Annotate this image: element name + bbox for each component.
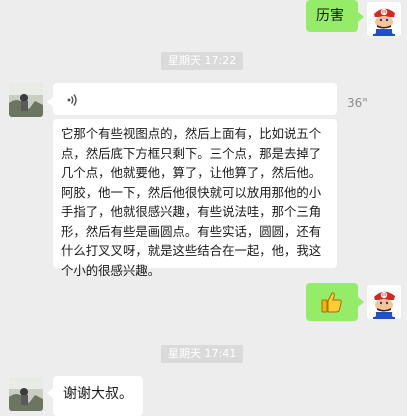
outgoing-emoji-bubble[interactable] bbox=[306, 283, 358, 321]
incoming-voice-bubble[interactable] bbox=[53, 83, 337, 115]
thumbs-up-icon bbox=[320, 290, 344, 318]
self-avatar-mario[interactable]: M bbox=[367, 285, 401, 319]
incoming-message-bubble[interactable]: 谢谢大叔。 bbox=[53, 376, 143, 416]
svg-text:M: M bbox=[382, 10, 386, 16]
timestamp-divider: 星期天 17:22 bbox=[161, 52, 244, 70]
message-text: 历害 bbox=[316, 8, 344, 24]
voice-transcript-text: 它那个有些视图点的，然后上面有，比如说五个点，然后底下方框只剩下。三个点，那是去… bbox=[61, 126, 322, 278]
bubble-tail bbox=[358, 12, 364, 22]
voice-duration: 36" bbox=[347, 96, 368, 110]
voice-wave-icon bbox=[67, 92, 79, 111]
svg-text:M: M bbox=[382, 293, 386, 299]
contact-avatar[interactable] bbox=[9, 377, 43, 411]
timestamp-divider: 星期天 17:41 bbox=[161, 345, 244, 363]
contact-avatar[interactable] bbox=[9, 83, 43, 117]
message-text: 谢谢大叔。 bbox=[63, 386, 133, 402]
bubble-tail bbox=[358, 297, 364, 307]
self-avatar-mario[interactable]: M bbox=[367, 2, 401, 36]
outgoing-message-bubble[interactable]: 历害 bbox=[306, 0, 358, 32]
